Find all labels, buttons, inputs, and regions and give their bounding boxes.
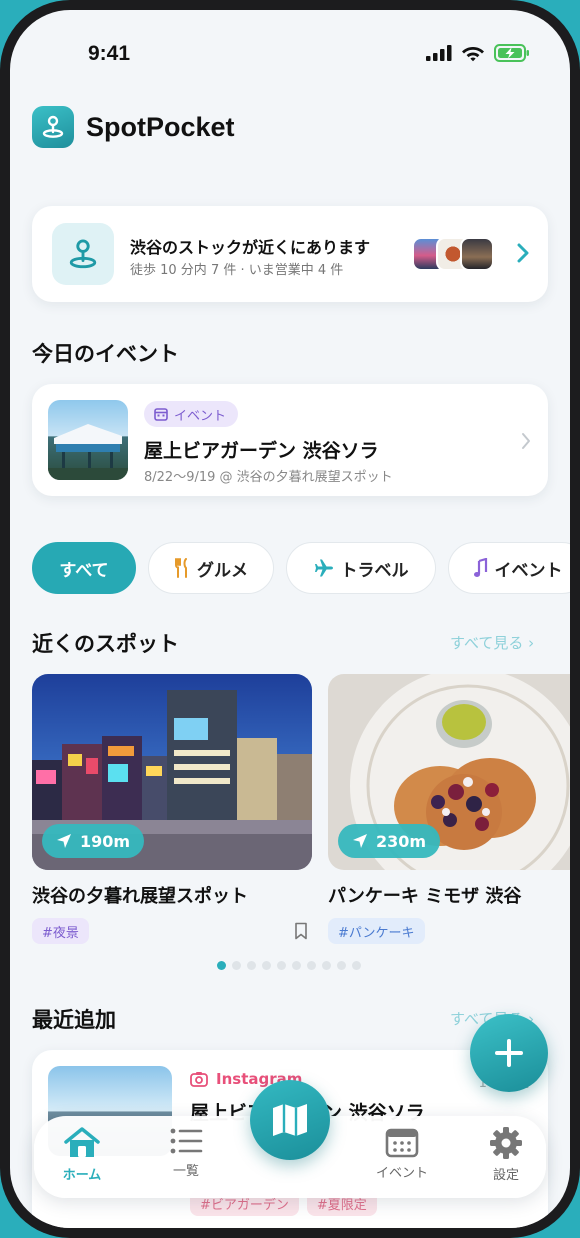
page-dot[interactable] <box>247 961 256 970</box>
navigation-arrow-icon <box>353 834 367 848</box>
fork-knife-icon <box>175 558 187 578</box>
spot-tag[interactable]: #パンケーキ <box>328 918 425 944</box>
phone-frame: 9:41 SpotPocket 渋谷のストックが近くにあります 徒歩 10 分内… <box>0 0 580 1238</box>
spot-name: 渋谷の夕暮れ展望スポット <box>32 886 248 907</box>
distance-badge: 230m <box>338 824 441 858</box>
thumbnail-street <box>460 237 494 271</box>
chip-event[interactable]: イベント <box>448 542 570 594</box>
map-icon <box>273 1104 307 1136</box>
chip-travel[interactable]: トラベル <box>286 542 436 594</box>
wifi-icon <box>462 47 484 62</box>
app-header: SpotPocket <box>32 106 235 148</box>
spot-tag[interactable]: #夜景 <box>32 918 89 944</box>
page-dot[interactable] <box>307 961 316 970</box>
app-logo <box>32 106 74 148</box>
event-title: 屋上ビアガーデン 渋谷ソラ <box>144 440 379 462</box>
chip-label: すべて <box>59 560 109 581</box>
nearby-spots-carousel: 190m 渋谷の夕暮れ展望スポット #夜景 230m パンケーキ ミモザ 渋谷 … <box>32 674 570 954</box>
tab-events-label: イベント <box>375 1166 428 1181</box>
status-bar: 9:41 <box>10 40 570 70</box>
tab-list-label: 一覧 <box>172 1164 199 1179</box>
nearby-icon-tile <box>52 223 114 285</box>
page-dot[interactable] <box>292 961 301 970</box>
nearby-stock-banner[interactable]: 渋谷のストックが近くにあります 徒歩 10 分内 7 件 · いま営業中 4 件 <box>32 206 548 302</box>
chevron-right-icon <box>522 433 530 449</box>
distance-badge: 190m <box>42 824 145 858</box>
add-button[interactable] <box>470 1014 548 1092</box>
home-icon <box>64 1127 100 1157</box>
airplane-icon <box>314 559 333 577</box>
carousel-page-indicator <box>217 961 361 970</box>
chevron-right-icon <box>517 243 529 263</box>
page-dot[interactable] <box>337 961 346 970</box>
page-dot[interactable] <box>352 961 361 970</box>
nearby-see-all-link[interactable]: すべて見る › <box>450 632 534 653</box>
plus-icon <box>495 1039 523 1067</box>
distance-value: 230m <box>376 831 427 851</box>
spot-name: パンケーキ ミモザ 渋谷 <box>328 886 522 907</box>
distance-value: 190m <box>80 831 131 851</box>
screen: 9:41 SpotPocket 渋谷のストックが近くにあります 徒歩 10 分内… <box>10 10 570 1228</box>
chip-label: グルメ <box>197 560 248 581</box>
tab-settings[interactable]: 設定 <box>466 1126 546 1183</box>
location-pin-icon <box>69 239 97 269</box>
page-dot[interactable] <box>277 961 286 970</box>
gear-icon <box>490 1127 522 1159</box>
event-meta: 8/22〜9/19 @ 渋谷の夕暮れ展望スポット <box>144 470 393 485</box>
tab-home[interactable]: ホーム <box>42 1126 122 1183</box>
camera-icon <box>190 1072 208 1087</box>
events-section-title: 今日のイベント <box>32 342 179 366</box>
event-badge-label: イベント <box>174 408 227 424</box>
navigation-arrow-icon <box>57 834 71 848</box>
chip-gourmet[interactable]: グルメ <box>148 542 274 594</box>
list-icon <box>170 1128 203 1154</box>
page-dot[interactable] <box>232 961 241 970</box>
rooftop-image <box>48 424 128 480</box>
status-time: 9:41 <box>88 42 131 65</box>
cellular-signal-icon <box>426 45 452 61</box>
chip-label: トラベル <box>340 560 409 581</box>
recent-section-title: 最近追加 <box>32 1008 116 1032</box>
calendar-icon <box>154 408 168 421</box>
tab-list[interactable]: 一覧 <box>146 1126 226 1179</box>
event-badge: イベント <box>144 401 239 427</box>
chip-label: イベント <box>494 560 563 581</box>
chip-all[interactable]: すべて <box>32 542 136 594</box>
calendar-icon <box>385 1128 419 1158</box>
tab-events[interactable]: イベント <box>362 1126 442 1181</box>
nearby-thumbnails <box>412 237 498 271</box>
map-button[interactable] <box>250 1080 330 1160</box>
nearby-title: 渋谷のストックが近くにあります <box>130 238 371 257</box>
page-dot[interactable] <box>322 961 331 970</box>
nearby-subtitle: 徒歩 10 分内 7 件 · いま営業中 4 件 <box>130 263 344 278</box>
battery-charging-icon <box>494 44 529 62</box>
event-card[interactable]: イベント 屋上ビアガーデン 渋谷ソラ 8/22〜9/19 @ 渋谷の夕暮れ展望ス… <box>32 384 548 496</box>
nearby-spots-title: 近くのスポット <box>32 632 179 656</box>
event-image <box>48 400 128 480</box>
category-chips: すべて グルメ トラベル イベント <box>32 542 570 594</box>
tab-home-label: ホーム <box>62 1168 102 1183</box>
tab-settings-label: 設定 <box>492 1168 519 1183</box>
page-dot[interactable] <box>262 961 271 970</box>
bookmark-icon[interactable] <box>294 922 308 940</box>
page-dot[interactable] <box>217 961 226 970</box>
location-pin-icon <box>42 115 64 138</box>
status-icons <box>426 44 530 62</box>
music-note-icon <box>473 558 487 577</box>
app-title: SpotPocket <box>86 111 235 142</box>
